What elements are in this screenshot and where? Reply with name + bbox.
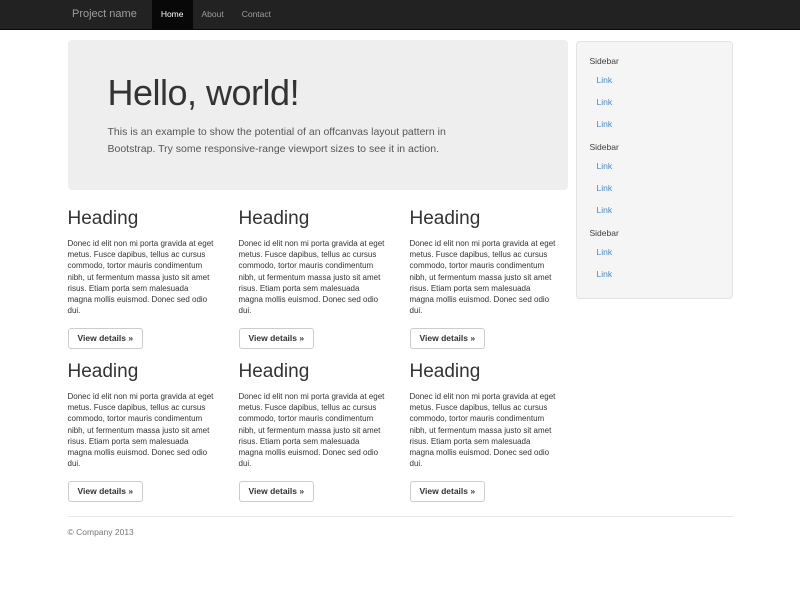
main-column: Hello, world! This is an example to show…: [68, 30, 568, 502]
card: Heading Donec id elit non mi porta gravi…: [239, 208, 397, 349]
sidebar: Sidebar Link Link Link Sidebar Link Link…: [576, 41, 733, 299]
sidebar-group: Sidebar Link Link: [577, 221, 732, 285]
card-heading: Heading: [68, 361, 226, 382]
view-details-button[interactable]: View details »: [68, 481, 144, 502]
sidebar-link[interactable]: Link: [577, 155, 732, 177]
navbar: Project name Home About Contact: [0, 0, 800, 30]
navbar-nav: Home About Contact: [152, 0, 280, 29]
sidebar-link[interactable]: Link: [577, 177, 732, 199]
view-details-button[interactable]: View details »: [68, 328, 144, 349]
content-row: Hello, world! This is an example to show…: [68, 30, 733, 502]
sidebar-link[interactable]: Link: [577, 263, 732, 285]
card-body: Donec id elit non mi porta gravida at eg…: [68, 238, 226, 316]
page-title: Hello, world!: [108, 71, 528, 115]
sidebar-group: Sidebar Link Link Link: [577, 49, 732, 135]
page-container: Hello, world! This is an example to show…: [68, 30, 733, 537]
cards-row-2: Heading Donec id elit non mi porta gravi…: [68, 361, 568, 502]
card: Heading Donec id elit non mi porta gravi…: [410, 361, 568, 502]
sidebar-link[interactable]: Link: [577, 199, 732, 221]
sidebar-link[interactable]: Link: [577, 113, 732, 135]
card: Heading Donec id elit non mi porta gravi…: [68, 208, 226, 349]
cards-row-1: Heading Donec id elit non mi porta gravi…: [68, 208, 568, 349]
nav-item-contact[interactable]: Contact: [233, 0, 280, 29]
jumbotron: Hello, world! This is an example to show…: [68, 40, 568, 190]
view-details-button[interactable]: View details »: [239, 328, 315, 349]
sidebar-column: Sidebar Link Link Link Sidebar Link Link…: [576, 30, 733, 299]
sidebar-group: Sidebar Link Link Link: [577, 135, 732, 221]
card-body: Donec id elit non mi porta gravida at eg…: [410, 238, 568, 316]
card: Heading Donec id elit non mi porta gravi…: [410, 208, 568, 349]
nav-item-about[interactable]: About: [193, 0, 233, 29]
navbar-brand[interactable]: Project name: [59, 0, 147, 29]
view-details-button[interactable]: View details »: [239, 481, 315, 502]
sidebar-link[interactable]: Link: [577, 241, 732, 263]
card-heading: Heading: [410, 361, 568, 382]
footer: © Company 2013: [68, 516, 733, 537]
card-body: Donec id elit non mi porta gravida at eg…: [239, 391, 397, 469]
card-heading: Heading: [239, 208, 397, 229]
card-body: Donec id elit non mi porta gravida at eg…: [68, 391, 226, 469]
card-body: Donec id elit non mi porta gravida at eg…: [410, 391, 568, 469]
sidebar-group-heading: Sidebar: [577, 135, 732, 155]
card: Heading Donec id elit non mi porta gravi…: [68, 361, 226, 502]
navbar-container: Project name Home About Contact: [59, 0, 741, 29]
card-body: Donec id elit non mi porta gravida at eg…: [239, 238, 397, 316]
sidebar-group-heading: Sidebar: [577, 221, 732, 241]
view-details-button[interactable]: View details »: [410, 328, 486, 349]
sidebar-link[interactable]: Link: [577, 91, 732, 113]
card-heading: Heading: [410, 208, 568, 229]
nav-item-home[interactable]: Home: [152, 0, 193, 29]
jumbotron-description: This is an example to show the potential…: [108, 124, 508, 157]
copyright-text: © Company 2013: [68, 527, 733, 537]
sidebar-link[interactable]: Link: [577, 69, 732, 91]
card-heading: Heading: [239, 361, 397, 382]
card-heading: Heading: [68, 208, 226, 229]
card: Heading Donec id elit non mi porta gravi…: [239, 361, 397, 502]
view-details-button[interactable]: View details »: [410, 481, 486, 502]
sidebar-group-heading: Sidebar: [577, 49, 732, 69]
